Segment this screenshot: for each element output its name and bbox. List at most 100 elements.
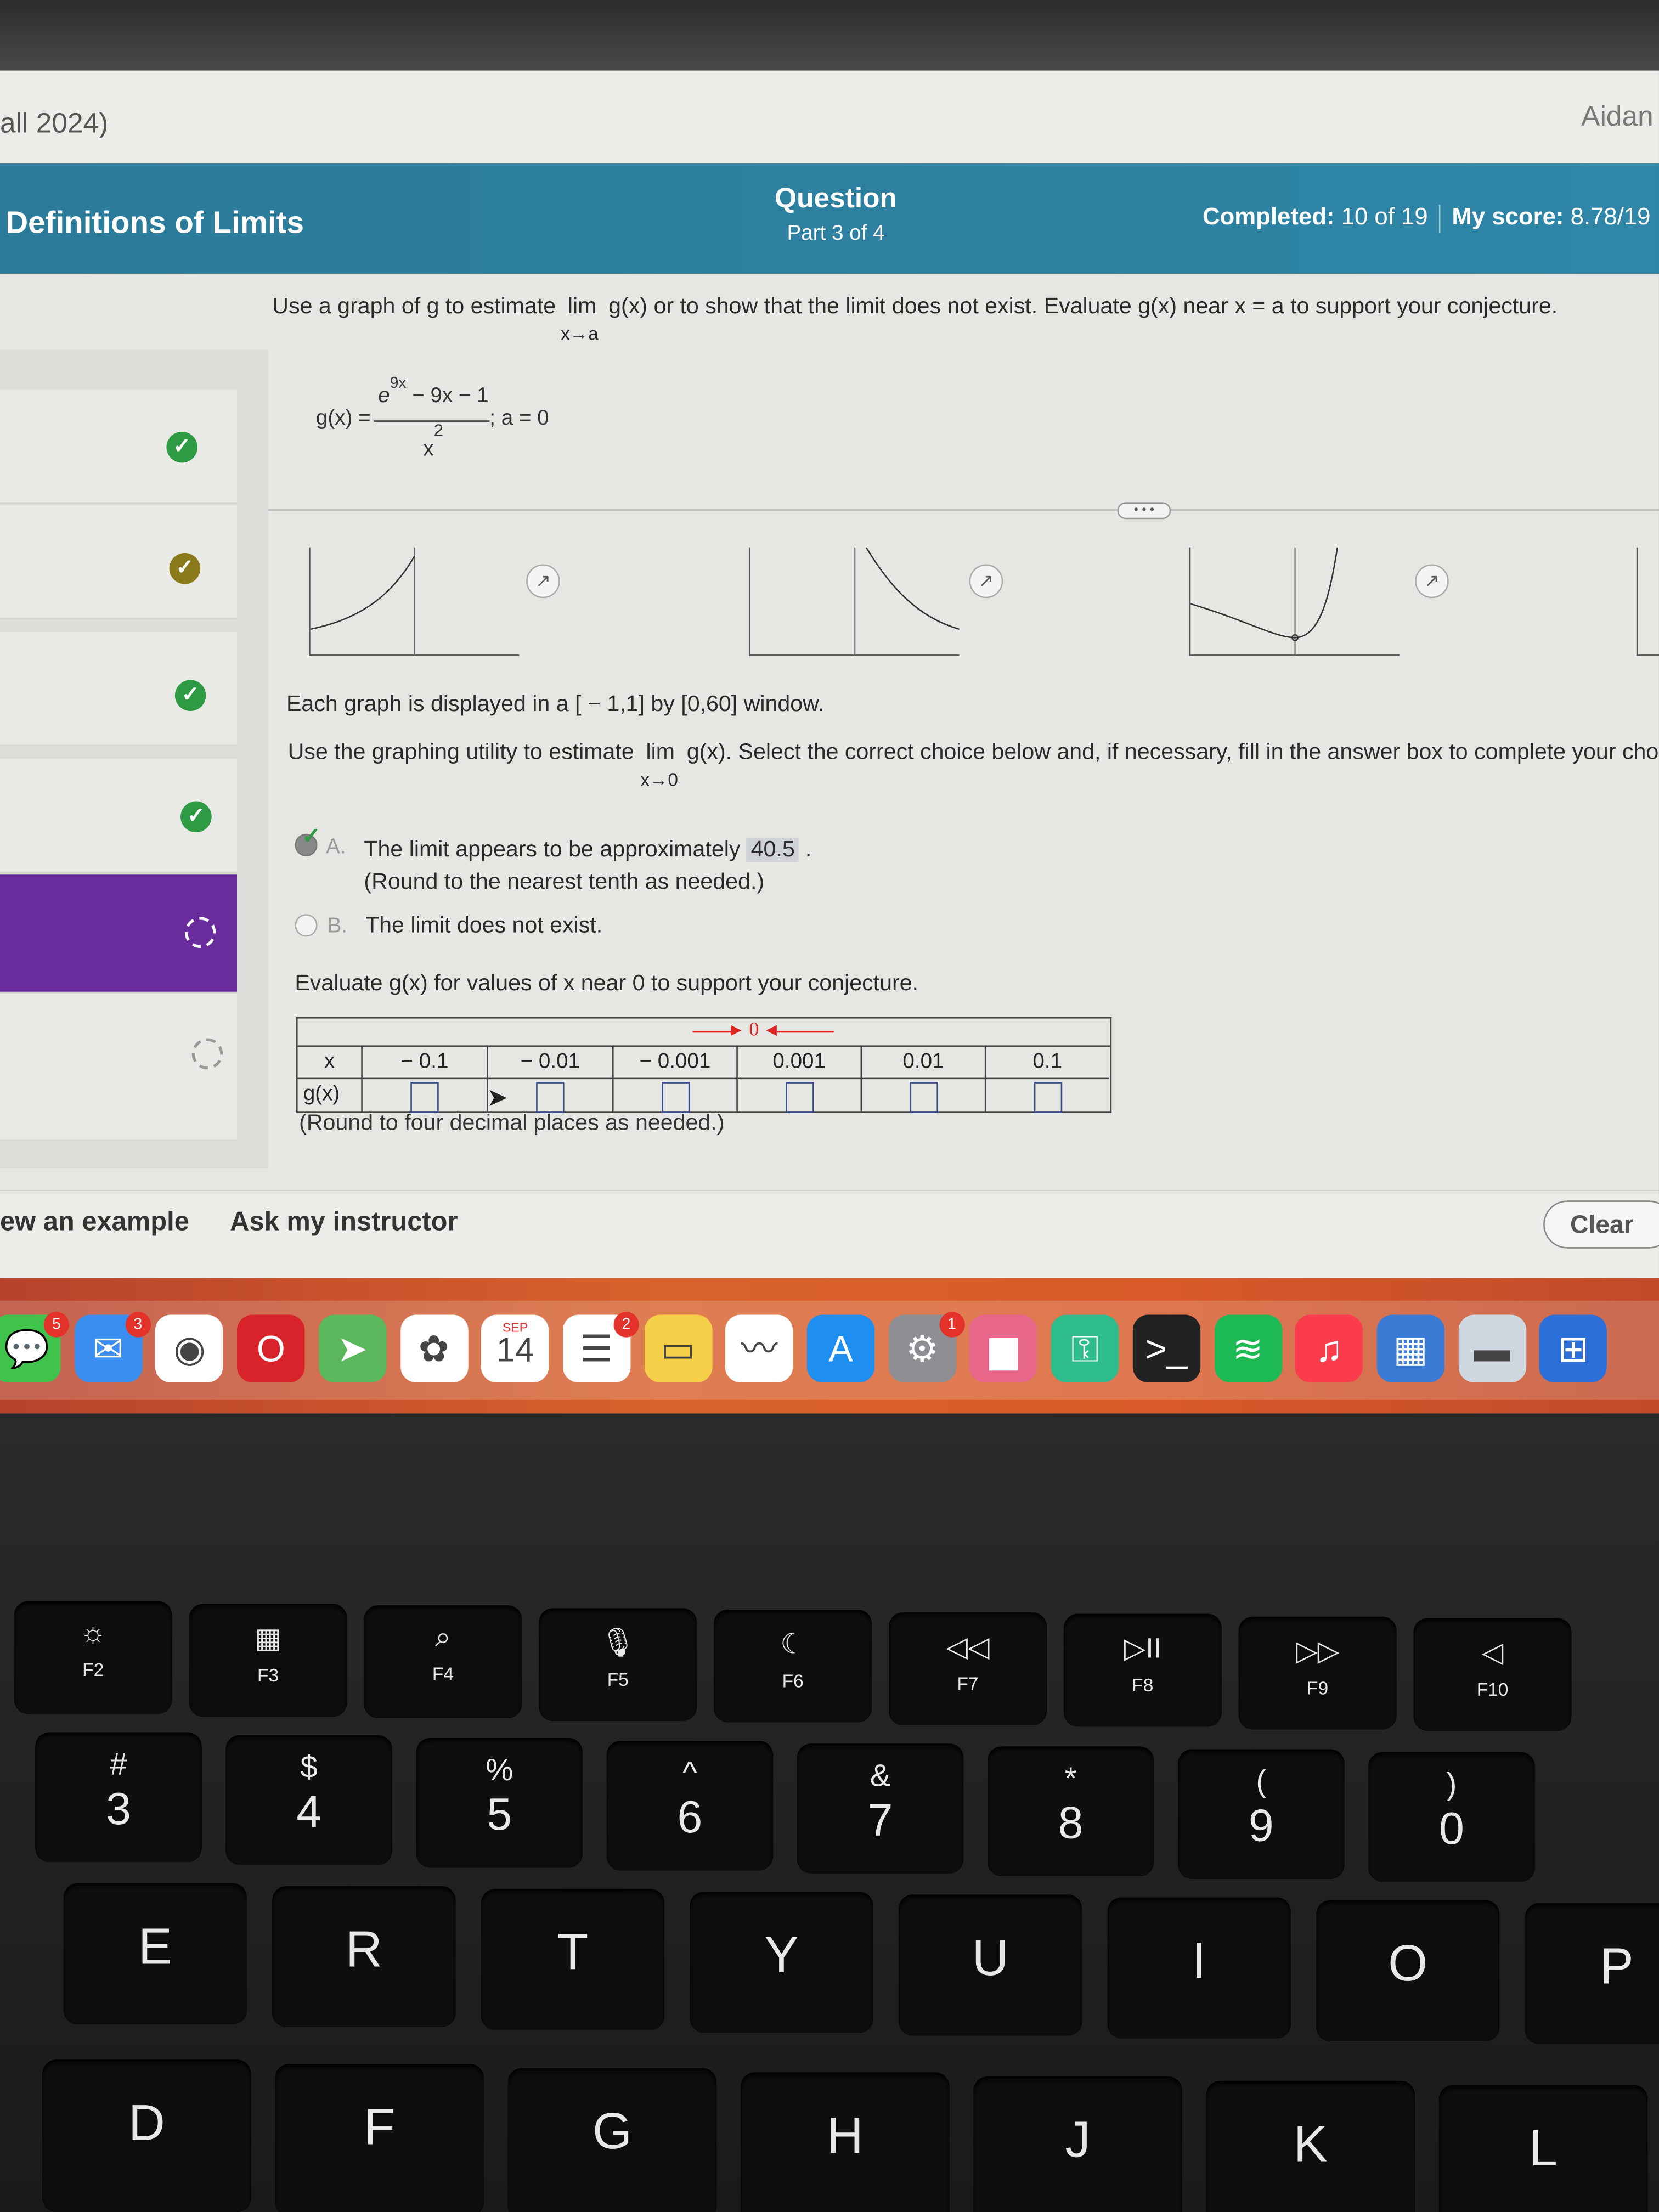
approach-value: 0 — [749, 1020, 759, 1041]
key-8[interactable]: * 8 — [987, 1746, 1154, 1876]
graph-option-4[interactable] — [1636, 547, 1659, 656]
key-k[interactable]: K — [1206, 2080, 1415, 2212]
clear-button[interactable]: Clear — [1543, 1200, 1659, 1249]
graph-option-3[interactable] — [1189, 547, 1400, 656]
key-0[interactable]: ) 0 — [1368, 1752, 1535, 1882]
external-link-icon[interactable]: ↗ — [969, 564, 1003, 599]
sidebar-item-2[interactable]: ✓ — [0, 505, 237, 619]
dock-app-passwords-icon[interactable]: ⚿ — [1051, 1314, 1119, 1383]
key-r[interactable]: R — [272, 1886, 456, 2028]
function-key-icon: ▷▷ — [1296, 1635, 1340, 1667]
notification-badge: 2 — [613, 1312, 639, 1338]
key-number: 9 — [1248, 1800, 1274, 1851]
graph-2-curve — [854, 547, 960, 655]
dock-app-photos-icon[interactable]: ✿ — [399, 1314, 468, 1383]
dock-app-chrome-icon[interactable]: ◉ — [155, 1314, 224, 1383]
key-j[interactable]: J — [973, 2076, 1182, 2212]
dashed-circle-icon — [191, 1038, 223, 1070]
key-shift-symbol: * — [1064, 1760, 1077, 1796]
dock-app-calendar-icon[interactable]: SEP 14 — [481, 1314, 549, 1383]
function-key-icon: ◁◁ — [946, 1631, 990, 1663]
key-l[interactable]: L — [1438, 2085, 1648, 2212]
graph-option-2[interactable] — [749, 547, 960, 656]
progress-stats: Completed: 10 of 19 My score: 8.78/19 — [1203, 203, 1651, 233]
ask-instructor-link[interactable]: Ask my instructor — [230, 1207, 458, 1239]
g-value-cell — [362, 1077, 488, 1113]
graph-option-1[interactable] — [309, 547, 520, 656]
notification-badge: 1 — [939, 1312, 965, 1338]
dock-app-finder-app-icon[interactable]: ▦ — [1376, 1314, 1444, 1383]
key-3[interactable]: #3 — [35, 1732, 202, 1863]
sidebar-item-6[interactable] — [0, 993, 237, 1142]
key-y[interactable]: Y — [690, 1892, 873, 2033]
key-f6[interactable]: ☾ F6 — [714, 1609, 872, 1723]
arrow-head-icon: ◀ — [766, 1023, 777, 1039]
key-number: 3 — [106, 1783, 131, 1834]
dock-app-maps-icon[interactable]: ➤ — [318, 1314, 387, 1383]
sidebar-item-5[interactable] — [0, 874, 237, 994]
key-f4[interactable]: ⌕ F4 — [364, 1605, 522, 1718]
key-letter: U — [972, 1928, 1009, 1987]
function-key-icon: ◁ — [1481, 1638, 1504, 1669]
external-link-icon[interactable]: ↗ — [1415, 564, 1449, 599]
key-7[interactable]: & 7 — [797, 1743, 964, 1874]
window-description: Each graph is displayed in a [ − 1,1] by… — [286, 692, 825, 717]
sidebar-item-1[interactable]: ✓ — [0, 389, 237, 504]
key-letter: I — [1192, 1931, 1206, 1989]
external-link-icon[interactable]: ↗ — [526, 564, 560, 599]
key-6[interactable]: ^ 6 — [606, 1741, 774, 1871]
dock-app-freeform-icon[interactable]: 〰 — [725, 1314, 793, 1383]
dock-app-spotify-icon[interactable]: ≋ — [1214, 1314, 1282, 1383]
key-h[interactable]: H — [740, 2072, 950, 2212]
g-input-4[interactable] — [785, 1082, 814, 1113]
key-f9[interactable]: ▷▷ F9 — [1238, 1616, 1397, 1729]
key-f2[interactable]: ☼ F2 — [14, 1601, 172, 1714]
view-example-link[interactable]: ew an example — [0, 1207, 189, 1239]
more-options-button[interactable]: • • • — [1117, 502, 1171, 520]
key-shift-symbol: & — [870, 1757, 891, 1793]
key-letter: T — [557, 1922, 589, 1981]
g-input-3[interactable] — [661, 1082, 690, 1113]
instructions: Use the graphing utility to estimate lim… — [288, 741, 1659, 790]
x-value-cell: − 0.001 — [614, 1046, 738, 1078]
function-key-label: F9 — [1307, 1677, 1329, 1698]
g-input-2[interactable] — [536, 1082, 565, 1113]
key-g[interactable]: G — [507, 2068, 717, 2212]
key-f5[interactable]: 🎙 F5 — [539, 1607, 697, 1720]
key-f[interactable]: F — [275, 2063, 484, 2212]
lim-subscript: x→0 — [640, 769, 678, 790]
key-f10[interactable]: ◁ F10 — [1413, 1618, 1572, 1731]
key-f7[interactable]: ◁◁ F7 — [888, 1611, 1047, 1725]
key-f8[interactable]: ▷II F8 — [1063, 1613, 1222, 1727]
g-input-5[interactable] — [909, 1082, 938, 1113]
key-e[interactable]: E — [63, 1883, 247, 2024]
key-9[interactable]: (9 — [1178, 1749, 1345, 1880]
key-5[interactable]: % 5 — [416, 1737, 583, 1868]
dock-app-windows-app-icon[interactable]: ⊞ — [1539, 1314, 1607, 1383]
choice-b-radio[interactable] — [295, 914, 318, 937]
sidebar-item-3[interactable]: ✓ — [0, 631, 237, 747]
dock-app-preview-icon[interactable]: ▬ — [1458, 1314, 1526, 1383]
key-t[interactable]: T — [481, 1889, 665, 2030]
key-u[interactable]: U — [898, 1894, 1082, 2036]
g-input-6[interactable] — [1033, 1082, 1062, 1113]
user-name[interactable]: Aidan — [1581, 101, 1654, 134]
key-4[interactable]: $4 — [225, 1735, 392, 1865]
dock-app-music-icon[interactable]: ♫ — [1295, 1314, 1363, 1383]
dock-app-terminal-icon[interactable]: >_ — [1132, 1314, 1200, 1383]
key-p[interactable]: P — [1525, 1903, 1659, 2044]
sidebar-item-4[interactable]: ✓ — [0, 759, 237, 873]
dock-app-notes-icon[interactable]: ▭ — [644, 1314, 712, 1383]
dock-app-keynote-icon[interactable]: ▆ — [969, 1314, 1037, 1383]
dock-app-app-store-icon[interactable]: A — [806, 1314, 875, 1383]
choice-b-text[interactable]: The limit does not exist. — [365, 914, 602, 939]
key-i[interactable]: I — [1107, 1897, 1291, 2039]
key-f3[interactable]: ▦ F3 — [189, 1603, 347, 1717]
limit-answer-box[interactable]: 40.5 — [746, 838, 799, 862]
key-d[interactable]: D — [42, 2059, 251, 2212]
dock-app-opera-icon[interactable]: O — [237, 1314, 305, 1383]
key-o[interactable]: O — [1316, 1900, 1500, 2041]
g-input-1[interactable] — [410, 1082, 439, 1113]
g-value-cell — [737, 1077, 862, 1113]
g-value-cell — [613, 1077, 738, 1113]
